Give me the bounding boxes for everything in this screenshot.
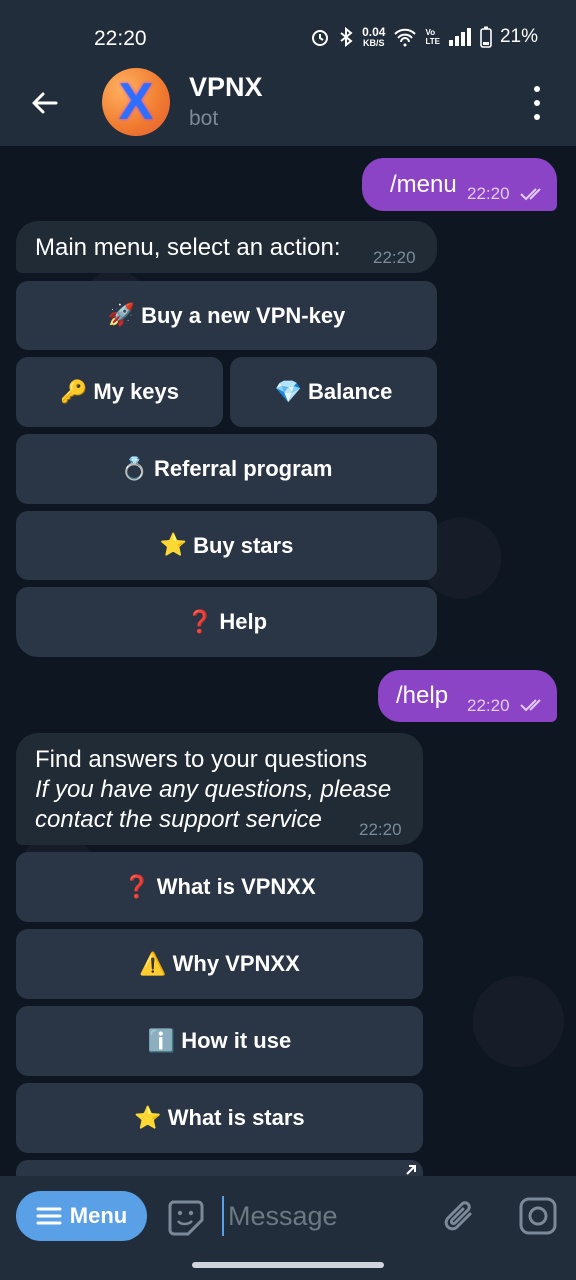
read-ticks-icon — [520, 699, 541, 712]
signal-icon — [448, 28, 471, 46]
inline-button-my-keys[interactable]: 🔑 My keys — [16, 357, 223, 427]
status-icons: 0.04 KB/S Vo LTE 21% — [310, 26, 538, 48]
inline-button-help[interactable]: ❓ Help — [16, 587, 437, 657]
ring-icon: 💍 — [120, 456, 148, 482]
volte-indicator: Vo LTE — [425, 28, 440, 46]
inline-button-referral-program[interactable]: 💍 Referral program — [16, 434, 437, 504]
outgoing-message[interactable]: /menu 22:20 — [362, 158, 557, 211]
back-arrow-icon[interactable] — [28, 86, 62, 120]
more-options-icon[interactable] — [530, 86, 544, 120]
outgoing-message[interactable]: /help 22:20 — [378, 670, 557, 722]
warning-icon: ⚠️ — [139, 951, 167, 977]
incoming-message[interactable]: Find answers to your questions If you ha… — [16, 733, 423, 845]
inline-button-partial[interactable] — [16, 1160, 423, 1176]
read-ticks-icon — [520, 188, 541, 201]
bluetooth-icon — [340, 27, 353, 47]
message-text: /help — [396, 682, 449, 709]
chat-subtitle: bot — [189, 107, 219, 130]
question-icon: ❓ — [123, 874, 151, 900]
star-icon: ⭐ — [159, 533, 188, 558]
inline-button-what-is-vpnxx[interactable]: ❓ What is VPNXX — [16, 852, 423, 922]
menu-button-label: Menu — [69, 1203, 128, 1228]
inline-button-balance[interactable]: 💎 Balance — [230, 357, 437, 427]
inline-button-buy-vpn-key[interactable]: 🚀 Buy a new VPN-key — [16, 281, 437, 350]
inline-button-what-is-stars[interactable]: ⭐ What is stars — [16, 1083, 423, 1153]
chat-title[interactable]: VPNX — [189, 72, 263, 103]
paperclip-icon[interactable] — [440, 1196, 482, 1238]
message-line-italic: If you have any questions, please — [35, 776, 392, 803]
message-time: 22:20 — [467, 184, 510, 203]
message-time: 22:20 — [467, 696, 510, 715]
info-icon: ℹ️ — [147, 1028, 176, 1054]
status-time: 22:20 — [94, 27, 147, 50]
message-time: 22:20 — [373, 248, 416, 267]
message-time: 22:20 — [359, 820, 402, 839]
inline-button-why-vpnxx[interactable]: ⚠️ Why VPNXX — [16, 929, 423, 999]
inline-button-buy-stars[interactable]: ⭐ Buy stars — [16, 511, 437, 580]
battery-level: 21% — [499, 26, 538, 47]
gem-icon: 💎 — [274, 379, 302, 405]
external-link-icon — [406, 1165, 416, 1175]
message-line-italic: contact the support service — [35, 806, 322, 833]
sticker-icon[interactable] — [164, 1196, 206, 1238]
key-icon: 🔑 — [59, 379, 88, 405]
rocket-icon: 🚀 — [107, 303, 136, 328]
message-text: Main menu, select an action: — [35, 234, 341, 261]
alarm-icon — [312, 30, 329, 46]
home-indicator — [192, 1262, 384, 1268]
avatar-letter: X — [118, 73, 154, 131]
message-input[interactable]: Message — [222, 1196, 428, 1236]
message-text: /menu — [390, 171, 457, 198]
menu-button[interactable]: Menu — [16, 1191, 147, 1241]
message-line: Find answers to your questions — [35, 746, 368, 773]
star-icon: ⭐ — [134, 1105, 162, 1131]
inline-button-how-it-use[interactable]: ℹ️ How it use — [16, 1006, 423, 1076]
wifi-icon — [394, 28, 417, 47]
question-icon: ❓ — [185, 609, 214, 635]
battery-icon — [480, 26, 492, 48]
chat-header — [0, 70, 576, 146]
avatar[interactable]: X — [102, 68, 170, 136]
net-speed: 0.04 KB/S — [362, 24, 386, 48]
camera-icon[interactable] — [516, 1194, 560, 1238]
hamburger-icon — [36, 1207, 62, 1225]
incoming-message[interactable]: Main menu, select an action: 22:20 — [16, 221, 437, 273]
